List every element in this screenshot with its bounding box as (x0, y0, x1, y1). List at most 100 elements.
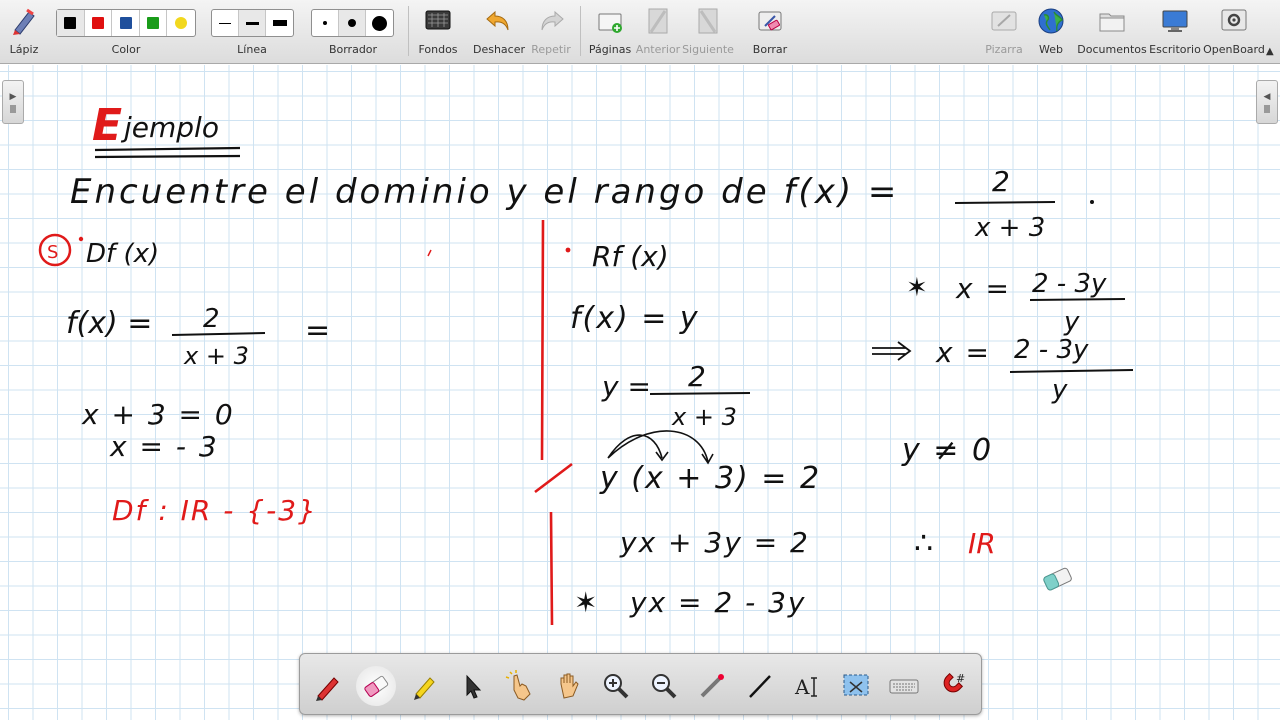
gear-icon (1221, 9, 1247, 31)
swatch-green (147, 17, 160, 29)
eraser-large-glyph (372, 15, 387, 31)
eraser-label: Borrador (328, 43, 378, 56)
toolbar-collapse-handle[interactable]: ▲ (1266, 46, 1274, 57)
magnet-grid-icon: # (943, 672, 965, 693)
pen-icon (316, 677, 339, 701)
line-thick[interactable] (266, 10, 293, 36)
keyboard-icon (889, 679, 919, 694)
left-palette-toggle[interactable]: ▶ (2, 80, 24, 124)
laser-pointer-button[interactable] (692, 666, 732, 706)
main-toolbar: Lápiz Color Línea Borrador Fondos Deshac… (0, 0, 1280, 64)
backgrounds-label: Fondos (418, 43, 458, 56)
grip-icon (10, 104, 16, 113)
clear-page-icon (758, 11, 782, 31)
backgrounds-button[interactable]: Fondos (414, 0, 462, 64)
clear-page-button[interactable]: Borrar (746, 0, 794, 64)
undo-icon (486, 10, 509, 31)
documents-label: Documentos (1077, 43, 1147, 56)
eraser-large[interactable] (366, 10, 393, 36)
background-icon (425, 10, 451, 30)
eraser-medium[interactable] (339, 10, 366, 36)
previous-page-icon (648, 8, 668, 34)
color-black[interactable] (57, 10, 85, 36)
highlighter-tool-button[interactable] (404, 666, 444, 706)
globe-icon (1038, 8, 1064, 34)
eraser-size-selector (311, 9, 394, 37)
capture-tool-button[interactable] (836, 666, 876, 706)
eraser-icon (364, 675, 389, 697)
hand-icon (560, 673, 579, 699)
stylus-palette: A # (299, 653, 982, 715)
zoom-in-button[interactable] (596, 666, 636, 706)
next-page-label: Siguiente (682, 43, 734, 56)
openboard-button[interactable]: OpenBoard (1202, 0, 1266, 64)
pen-tool-button[interactable] (308, 666, 348, 706)
color-yellow[interactable] (167, 10, 195, 36)
separator (408, 6, 409, 56)
eraser-tool-button[interactable] (356, 666, 396, 706)
select-tool-button[interactable] (452, 666, 492, 706)
swatch-yellow (175, 17, 188, 29)
eraser-small[interactable] (312, 10, 339, 36)
collapse-arrow-icon: ◀ (1263, 91, 1271, 102)
redo-icon (541, 10, 564, 31)
line-tool-icon (749, 675, 771, 698)
zoom-out-button[interactable] (644, 666, 684, 706)
pencil-label: Lápiz (9, 43, 39, 56)
board-mode-label: Pizarra (985, 43, 1023, 56)
openboard-label: OpenBoard (1203, 43, 1265, 56)
line-medium[interactable] (239, 10, 266, 36)
hand-tool-button[interactable] (548, 666, 588, 706)
line-label: Línea (237, 43, 267, 56)
expand-arrow-icon: ▶ (9, 91, 17, 102)
text-tool-button[interactable]: A (788, 666, 828, 706)
add-page-icon (598, 13, 622, 33)
swatch-black (64, 17, 77, 29)
clear-page-label: Borrar (752, 43, 788, 56)
separator (580, 6, 581, 56)
pencil-icon (13, 8, 35, 35)
desktop-button[interactable]: Escritorio (1148, 0, 1202, 64)
svg-text:A: A (794, 675, 810, 699)
whiteboard-canvas[interactable] (0, 65, 1280, 720)
swatch-blue (119, 17, 132, 29)
line-thin-glyph (219, 22, 231, 24)
next-page-icon (698, 8, 718, 34)
line-width-selector (211, 9, 294, 37)
desktop-label: Escritorio (1149, 43, 1201, 56)
right-palette-toggle[interactable]: ◀ (1256, 80, 1278, 124)
color-red[interactable] (85, 10, 113, 36)
color-selector (56, 9, 196, 37)
zoom-in-icon (604, 674, 629, 699)
undo-label: Deshacer (472, 43, 526, 56)
pages-label: Páginas (588, 43, 632, 56)
pointer-arrow-icon (466, 674, 482, 699)
snap-to-grid-button[interactable]: # (932, 666, 972, 706)
interact-tool-button[interactable] (500, 666, 540, 706)
color-green[interactable] (140, 10, 168, 36)
line-thin[interactable] (212, 10, 239, 36)
capture-icon (843, 674, 869, 696)
next-page-button[interactable]: Siguiente (682, 0, 734, 64)
previous-page-button[interactable]: Anterior (634, 0, 682, 64)
board-mode-button[interactable]: Pizarra (980, 0, 1028, 64)
redo-button[interactable]: Repetir (526, 0, 576, 64)
color-label: Color (111, 43, 141, 56)
grip-icon (1264, 104, 1270, 113)
line-medium-glyph (245, 21, 259, 25)
documents-button[interactable]: Documentos (1077, 0, 1147, 64)
line-thick-glyph (272, 20, 287, 26)
svg-text:#: # (956, 672, 965, 685)
undo-button[interactable]: Deshacer (472, 0, 526, 64)
board-icon (991, 11, 1017, 31)
color-blue[interactable] (112, 10, 140, 36)
pages-button[interactable]: Páginas (586, 0, 634, 64)
line-tool-button[interactable] (740, 666, 780, 706)
web-button[interactable]: Web (1028, 0, 1074, 64)
keyboard-button[interactable] (884, 666, 924, 706)
pencil-tool-button[interactable]: Lápiz (0, 0, 48, 64)
eraser-small-glyph (323, 21, 327, 25)
laser-pointer-icon (700, 674, 724, 698)
zoom-out-icon (652, 674, 677, 699)
desktop-icon (1162, 10, 1188, 32)
